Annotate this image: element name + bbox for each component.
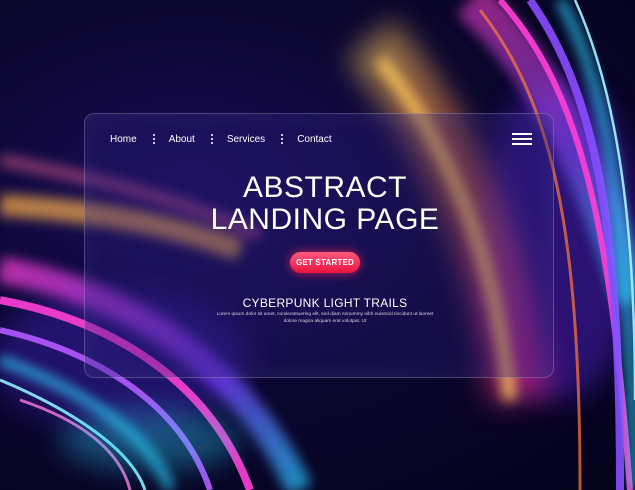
nav-item-about[interactable]: About <box>169 134 195 145</box>
nav-item-home[interactable]: Home <box>110 134 137 145</box>
hero-body-text: Lorem ipsum dolor sit amet, consectetuer… <box>216 312 434 324</box>
top-navigation: Home About Services Contact <box>110 131 332 147</box>
hero-subtitle: CYBERPUNK LIGHT TRAILS <box>242 296 408 310</box>
nav-separator <box>152 133 155 145</box>
hero-title: ABSTRACT LANDING PAGE <box>150 172 500 236</box>
landing-page: Home About Services Contact ABSTRACT LAN… <box>0 0 635 490</box>
hero-title-line-2: LANDING PAGE <box>210 203 440 236</box>
nav-item-contact[interactable]: Contact <box>297 134 331 145</box>
nav-separator <box>281 133 284 145</box>
nav-separator <box>210 133 213 145</box>
glass-panel <box>84 113 554 378</box>
get-started-button[interactable]: GET STARTED <box>290 252 360 273</box>
hamburger-menu-icon[interactable] <box>512 133 532 147</box>
hero-title-line-1: ABSTRACT <box>242 171 408 204</box>
nav-item-services[interactable]: Services <box>227 134 265 145</box>
